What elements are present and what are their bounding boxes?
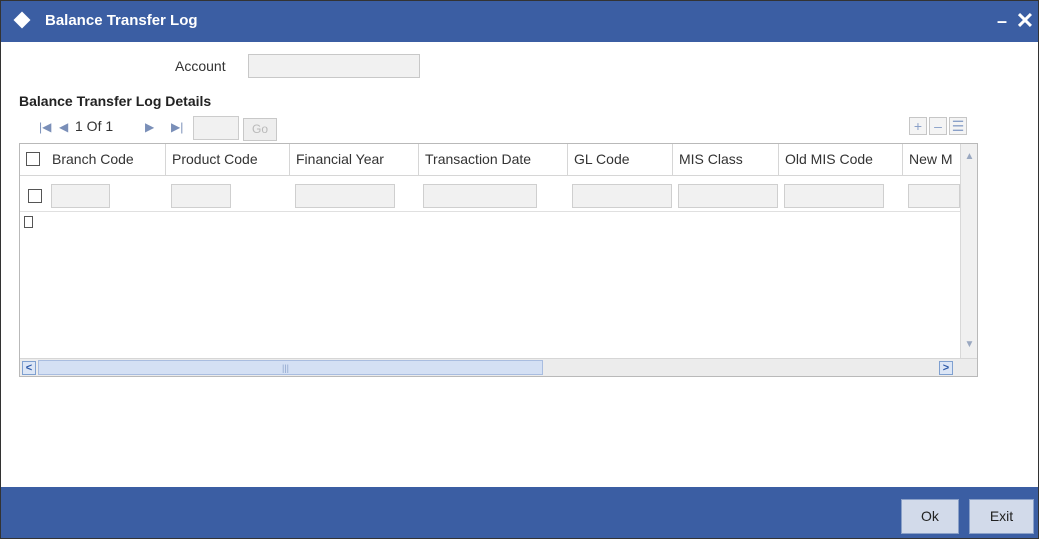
horizontal-scrollbar[interactable]: < ||| >: [20, 358, 977, 376]
product-code-input[interactable]: [171, 184, 231, 208]
scroll-down-icon[interactable]: ▼: [961, 336, 977, 353]
page-number-input[interactable]: [193, 116, 239, 140]
title-bar: Balance Transfer Log – ✕: [1, 1, 1038, 42]
go-button[interactable]: Go: [243, 118, 277, 141]
account-input[interactable]: [248, 54, 420, 78]
balance-transfer-log-window: Balance Transfer Log – ✕ Account Balance…: [0, 0, 1039, 539]
grid-header: Branch Code Product Code Financial Year …: [20, 144, 960, 176]
new-row-marker: [24, 216, 33, 228]
footer-bar: Ok Exit: [1, 487, 1038, 538]
account-label: Account: [175, 58, 226, 74]
column-header[interactable]: Financial Year: [290, 144, 419, 175]
column-header[interactable]: Branch Code: [46, 144, 166, 175]
gl-code-input[interactable]: [572, 184, 672, 208]
financial-year-input[interactable]: [295, 184, 395, 208]
column-header[interactable]: Product Code: [166, 144, 290, 175]
column-header[interactable]: GL Code: [568, 144, 673, 175]
details-section-title: Balance Transfer Log Details: [19, 93, 212, 109]
column-header[interactable]: MIS Class: [673, 144, 779, 175]
horizontal-scroll-thumb[interactable]: |||: [38, 360, 543, 375]
scroll-left-icon[interactable]: <: [22, 361, 36, 375]
window-title: Balance Transfer Log: [45, 12, 198, 29]
diamond-icon: [13, 11, 31, 29]
branch-code-input[interactable]: [51, 184, 110, 208]
minimize-icon[interactable]: –: [994, 10, 1010, 32]
transaction-date-input[interactable]: [423, 184, 537, 208]
mis-class-input[interactable]: [678, 184, 778, 208]
ok-button[interactable]: Ok: [901, 499, 959, 534]
grip-icon: |||: [282, 363, 290, 373]
column-header[interactable]: Old MIS Code: [779, 144, 903, 175]
delete-row-icon[interactable]: –: [929, 117, 947, 135]
previous-page-icon[interactable]: ◀: [59, 119, 69, 135]
exit-button[interactable]: Exit: [969, 499, 1034, 534]
select-all-checkbox[interactable]: [26, 152, 40, 166]
new-mis-code-input[interactable]: [908, 184, 960, 208]
add-row-icon[interactable]: +: [909, 117, 927, 135]
scroll-up-icon[interactable]: ▲: [961, 148, 977, 165]
column-header[interactable]: Transaction Date: [419, 144, 568, 175]
first-page-icon[interactable]: |◀: [39, 119, 53, 135]
vertical-scrollbar[interactable]: ▲ ▼: [960, 144, 977, 359]
single-view-icon[interactable]: ☰: [949, 117, 967, 135]
log-details-grid: Branch Code Product Code Financial Year …: [19, 143, 978, 377]
close-icon[interactable]: ✕: [1015, 9, 1035, 33]
page-indicator: 1 Of 1: [75, 118, 114, 134]
next-page-icon[interactable]: ▶: [145, 119, 155, 135]
last-page-icon[interactable]: ▶|: [171, 119, 185, 135]
old-mis-code-input[interactable]: [784, 184, 884, 208]
scroll-right-icon[interactable]: >: [939, 361, 953, 375]
pager-toolbar: |◀ ◀ 1 Of 1 ▶ ▶| Go + – ☰: [19, 113, 979, 141]
row-checkbox[interactable]: [28, 189, 42, 203]
column-header[interactable]: New M: [903, 144, 960, 175]
row-divider: [20, 211, 960, 212]
